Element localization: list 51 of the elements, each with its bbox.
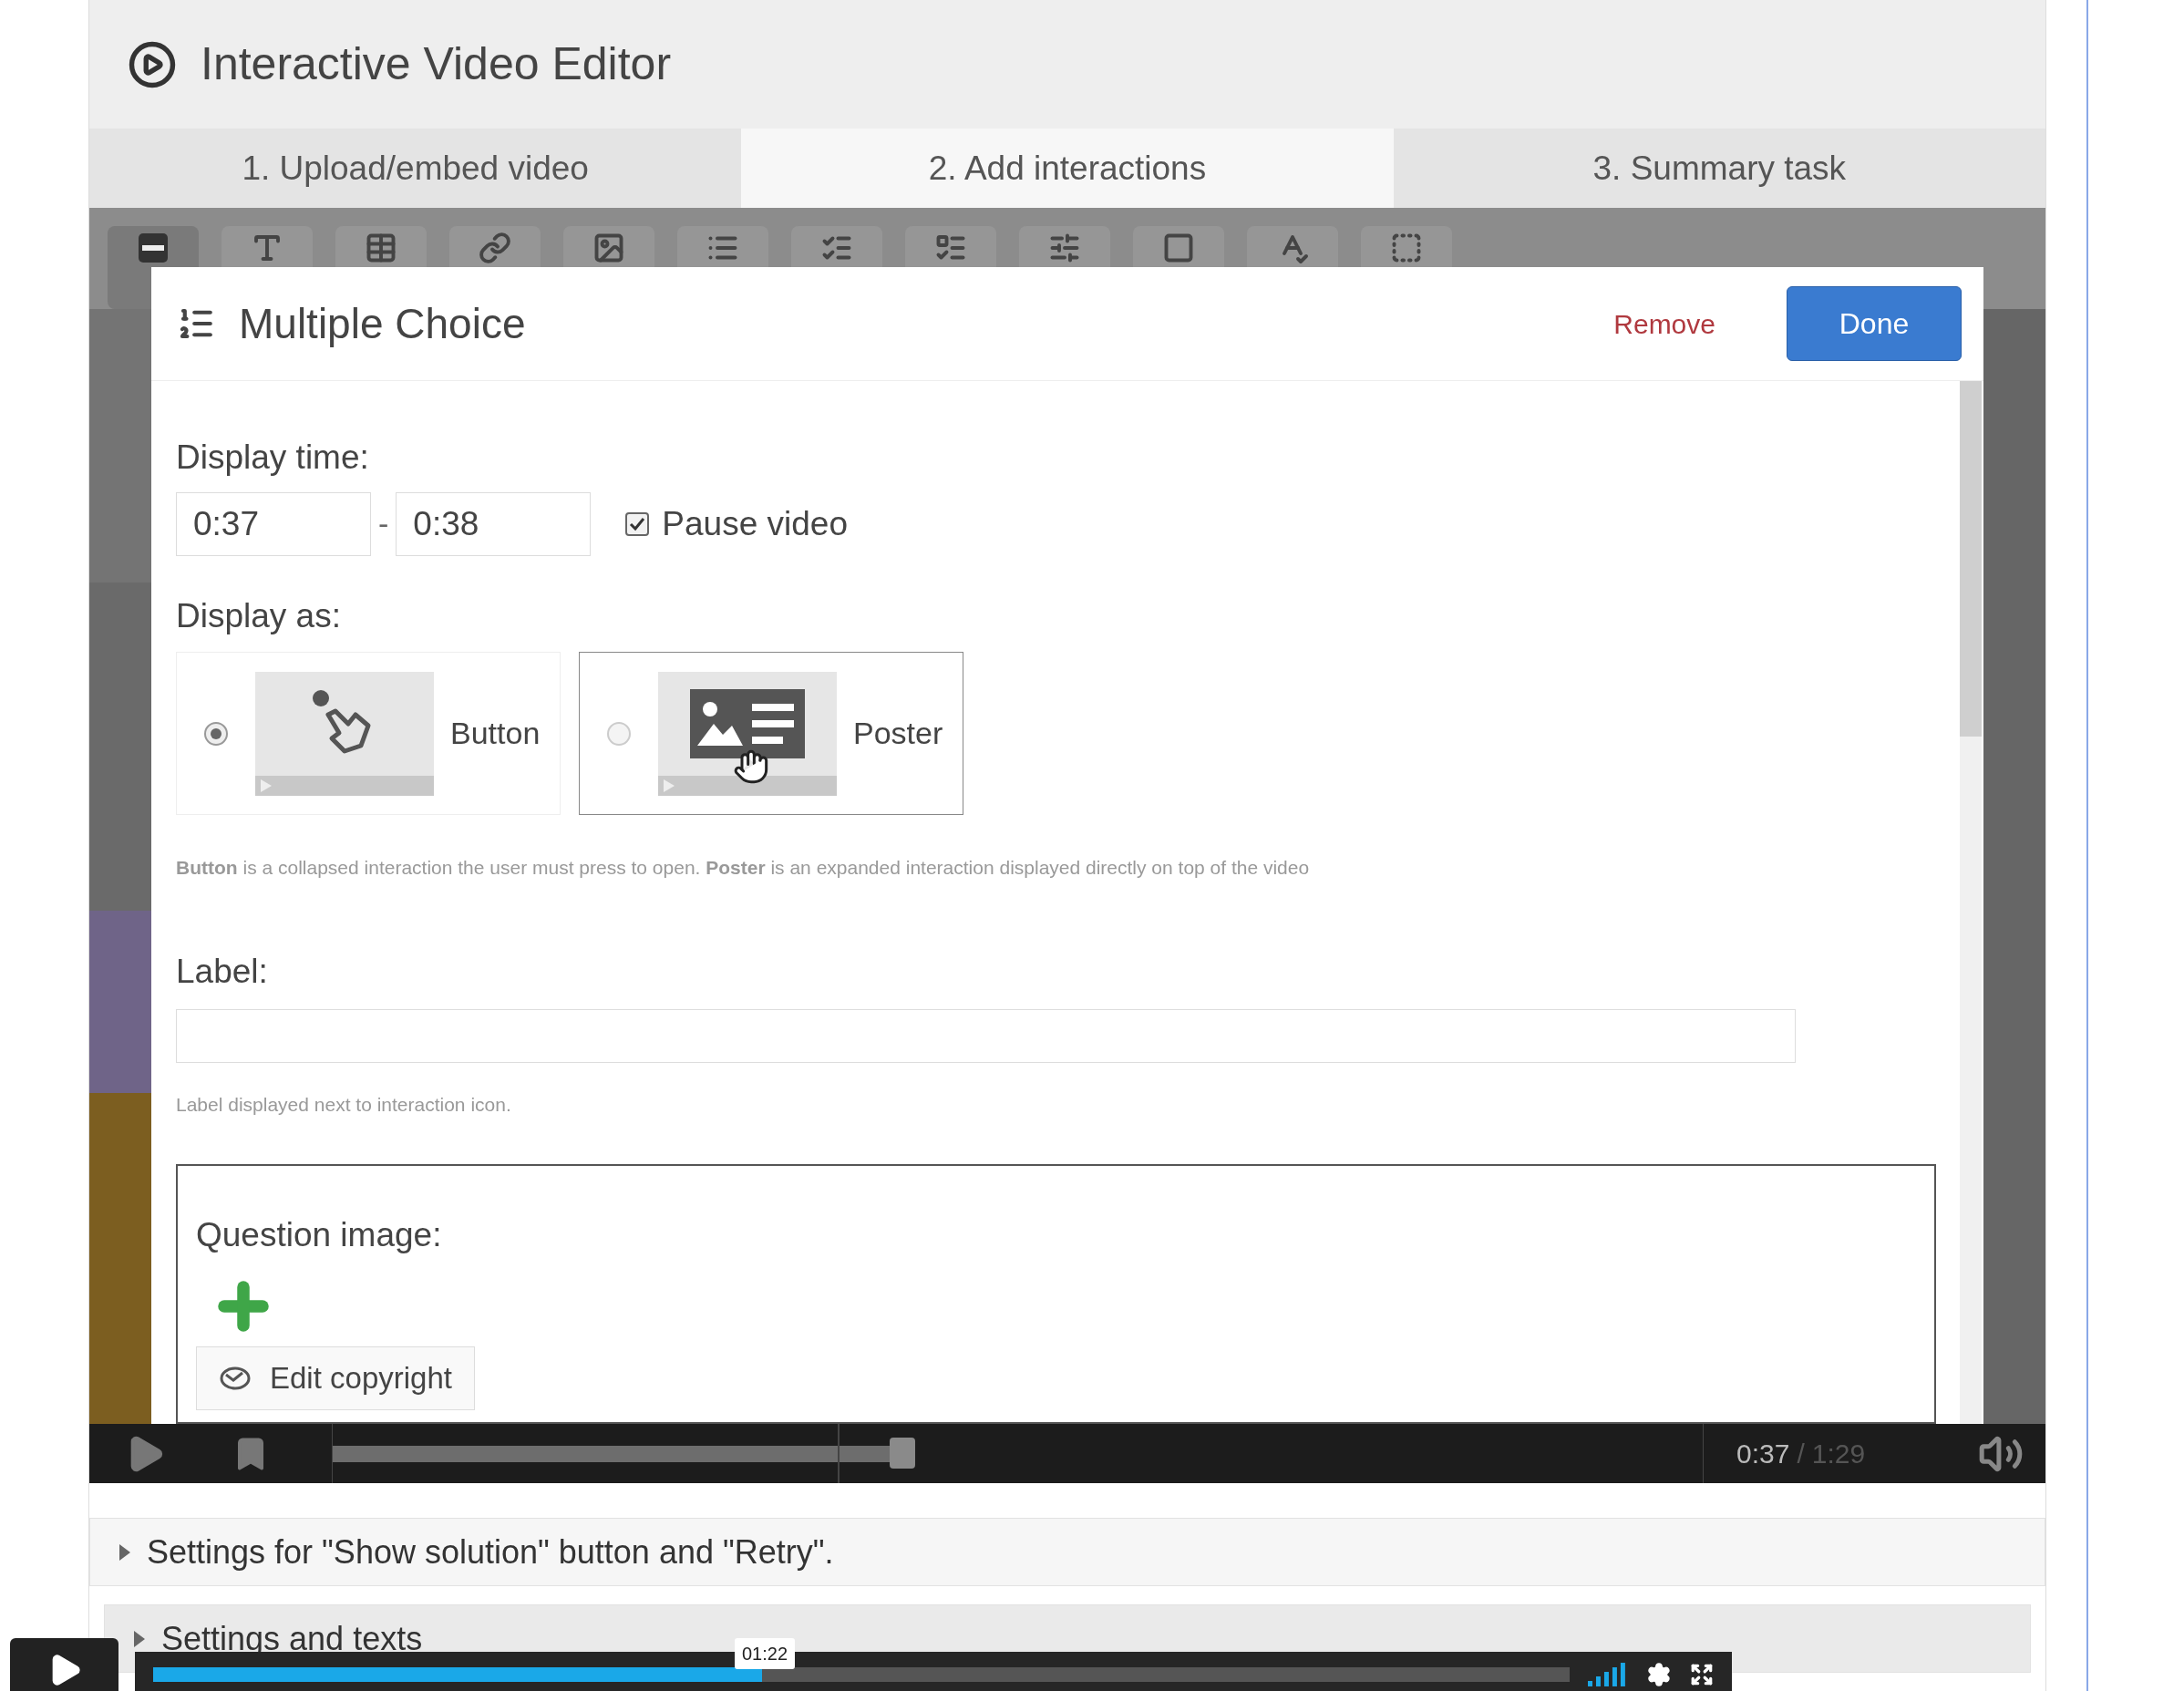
time-tooltip: 01:22 xyxy=(735,1638,796,1669)
play-circle-icon xyxy=(128,39,177,89)
section-title: Settings and texts xyxy=(161,1618,423,1659)
settings-icon[interactable] xyxy=(1646,1662,1673,1687)
duration: 1:29 xyxy=(1811,1438,1866,1470)
display-time-label: Display time: xyxy=(176,438,370,478)
time-separator: / xyxy=(1797,1438,1805,1470)
edit-copyright-button[interactable]: Edit copyright xyxy=(196,1346,475,1410)
display-option[interactable]: Button xyxy=(176,652,561,815)
editor-title: Interactive Video Editor xyxy=(201,37,672,91)
display-as-label: Display as: xyxy=(176,595,342,636)
pause-label: Pause video xyxy=(662,503,848,544)
table-icon xyxy=(365,232,397,264)
question-image-label: Question image: xyxy=(196,1215,442,1256)
expand-arrow-icon xyxy=(134,1630,145,1647)
hand-cursor-icon xyxy=(733,748,769,785)
dialog-title: Multiple Choice xyxy=(239,298,526,349)
option-label: Poster xyxy=(853,715,943,752)
dashed-box-icon xyxy=(1390,232,1423,264)
window-icon xyxy=(137,232,170,264)
end-time-field[interactable]: 0:38 xyxy=(396,491,592,556)
label-hint: Label displayed next to interaction icon. xyxy=(176,1092,512,1117)
time-separator: - xyxy=(378,505,389,542)
settings-section[interactable]: Settings for "Show solution" button and "Retry". xyxy=(89,1518,2045,1586)
label-field-label: Label: xyxy=(176,951,269,992)
pause-checkbox[interactable] xyxy=(625,511,650,536)
sliders-icon xyxy=(1048,232,1081,264)
link-icon xyxy=(479,232,511,264)
display-hint: Button is a collapsed interaction the user must press to open. Poster is an expanded interaction displayed directly on top of the video xyxy=(176,856,1311,880)
expand-arrow-icon xyxy=(119,1543,130,1561)
radio-button[interactable] xyxy=(204,721,228,746)
step-tab[interactable]: 2. Add interactions xyxy=(741,129,1394,208)
play-icon xyxy=(261,778,272,792)
image-icon xyxy=(592,232,625,264)
remove-link[interactable]: Remove xyxy=(1613,303,1715,345)
fullscreen-icon[interactable] xyxy=(1690,1663,1714,1686)
radio-button[interactable] xyxy=(607,721,631,746)
progress-track[interactable] xyxy=(153,1667,1571,1682)
label-field[interactable] xyxy=(176,1009,1796,1063)
option-label: Button xyxy=(450,715,541,752)
done-button[interactable]: Done xyxy=(1787,286,1962,361)
start-time-field[interactable]: 0:37 xyxy=(176,491,371,556)
square-icon xyxy=(1162,232,1195,264)
main-play-button[interactable] xyxy=(10,1638,118,1691)
current-time: 0:37 xyxy=(1736,1438,1790,1470)
seek-thumb[interactable] xyxy=(890,1438,916,1469)
poster-icon xyxy=(690,688,805,758)
play-icon xyxy=(664,778,675,792)
display-option[interactable]: Poster xyxy=(579,652,963,815)
section-title: Settings for "Show solution" button and "Retry". xyxy=(147,1531,834,1572)
checkmark-icon xyxy=(629,516,646,531)
